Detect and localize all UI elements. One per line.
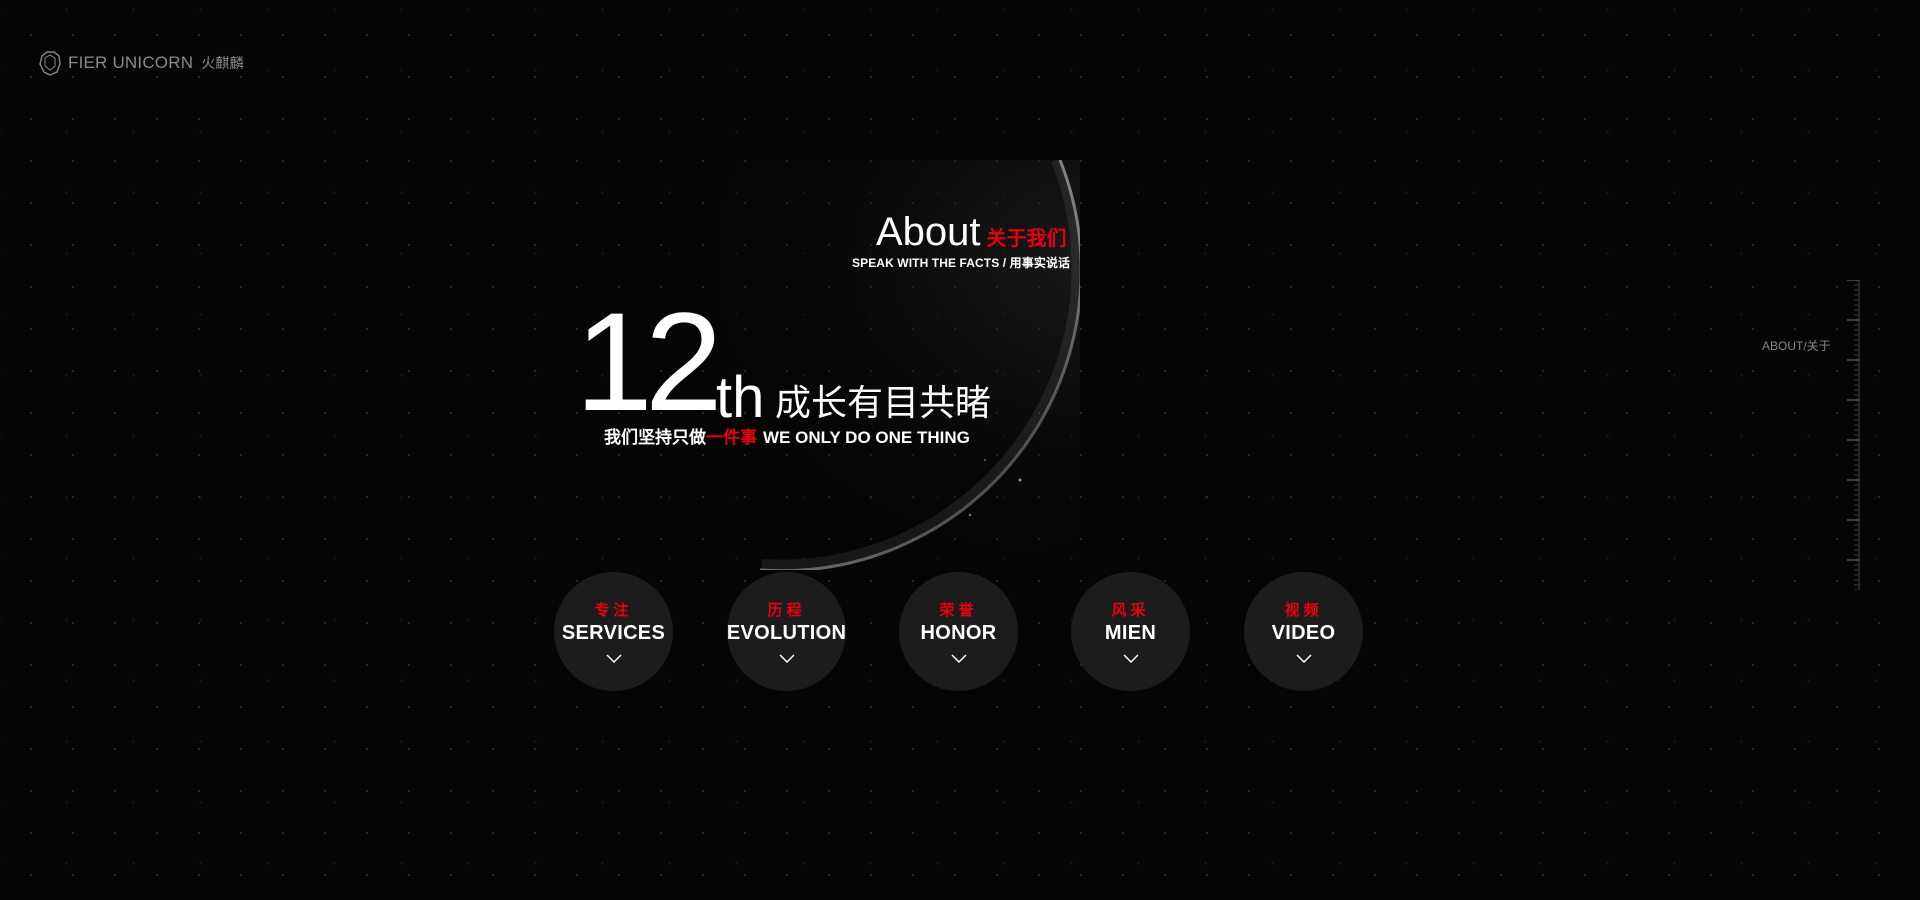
nav-circle-en: MIEN — [1104, 622, 1157, 644]
about-heading: About 关于我们 — [876, 210, 1067, 254]
tagline: 我们坚持只做一件事 WE ONLY DO ONE THING — [604, 423, 970, 448]
side-scroll-ruler[interactable] — [1845, 280, 1865, 590]
nav-circle-cn: 专注 — [594, 602, 633, 619]
nav-circle-cn: 视频 — [1284, 602, 1323, 619]
unicorn-logo-icon — [39, 51, 61, 76]
chevron-down-icon — [778, 654, 795, 664]
tagline-en: WE ONLY DO ONE THING — [763, 428, 970, 447]
brand-name-cn: 火麒麟 — [201, 55, 244, 71]
brand-logo[interactable]: FIER UNICORN 火麒麟 — [38, 50, 244, 76]
chevron-down-icon — [605, 654, 622, 664]
chevron-down-icon — [950, 654, 967, 664]
tagline-cn-highlight: 一件事 — [706, 428, 757, 447]
side-nav-current-label[interactable]: ABOUT/关于 — [1762, 337, 1831, 354]
nav-circle-services[interactable]: 专注 SERVICES — [554, 572, 673, 691]
nav-circle-en: HONOR — [920, 622, 997, 644]
nav-circle-evolution[interactable]: 历程 EVOLUTION — [727, 572, 846, 691]
chevron-down-icon — [1122, 654, 1139, 664]
chevron-down-icon — [1295, 654, 1312, 664]
tagline-cn-prefix: 我们坚持只做 — [604, 428, 706, 447]
nav-circle-cn: 历程 — [767, 602, 806, 619]
about-title-cn: 关于我们 — [986, 228, 1067, 250]
nav-circle-honor[interactable]: 荣誉 HONOR — [899, 572, 1018, 691]
nav-circle-video[interactable]: 视频 VIDEO — [1244, 572, 1363, 691]
about-subtitle: SPEAK WITH THE FACTS / 用事实说话 — [852, 256, 1071, 270]
years-number: 12 — [575, 283, 723, 440]
nav-circle-mien[interactable]: 风采 MIEN — [1071, 572, 1190, 691]
nav-circle-cn: 荣誉 — [939, 602, 978, 619]
about-title-en: About — [876, 210, 981, 254]
brand-name: FIER UNICORN — [68, 53, 194, 72]
years-suffix: th — [716, 365, 765, 430]
growth-headline: 成长有目共睹 — [775, 382, 992, 423]
page-stage: FIER UNICORN 火麒麟 About 关于我们 SPEAK WITH T… — [0, 0, 1920, 900]
nav-circle-en: EVOLUTION — [726, 622, 847, 644]
nav-circle-cn: 风采 — [1111, 602, 1150, 619]
nav-circle-en: SERVICES — [561, 622, 666, 644]
nav-circle-en: VIDEO — [1271, 622, 1336, 644]
